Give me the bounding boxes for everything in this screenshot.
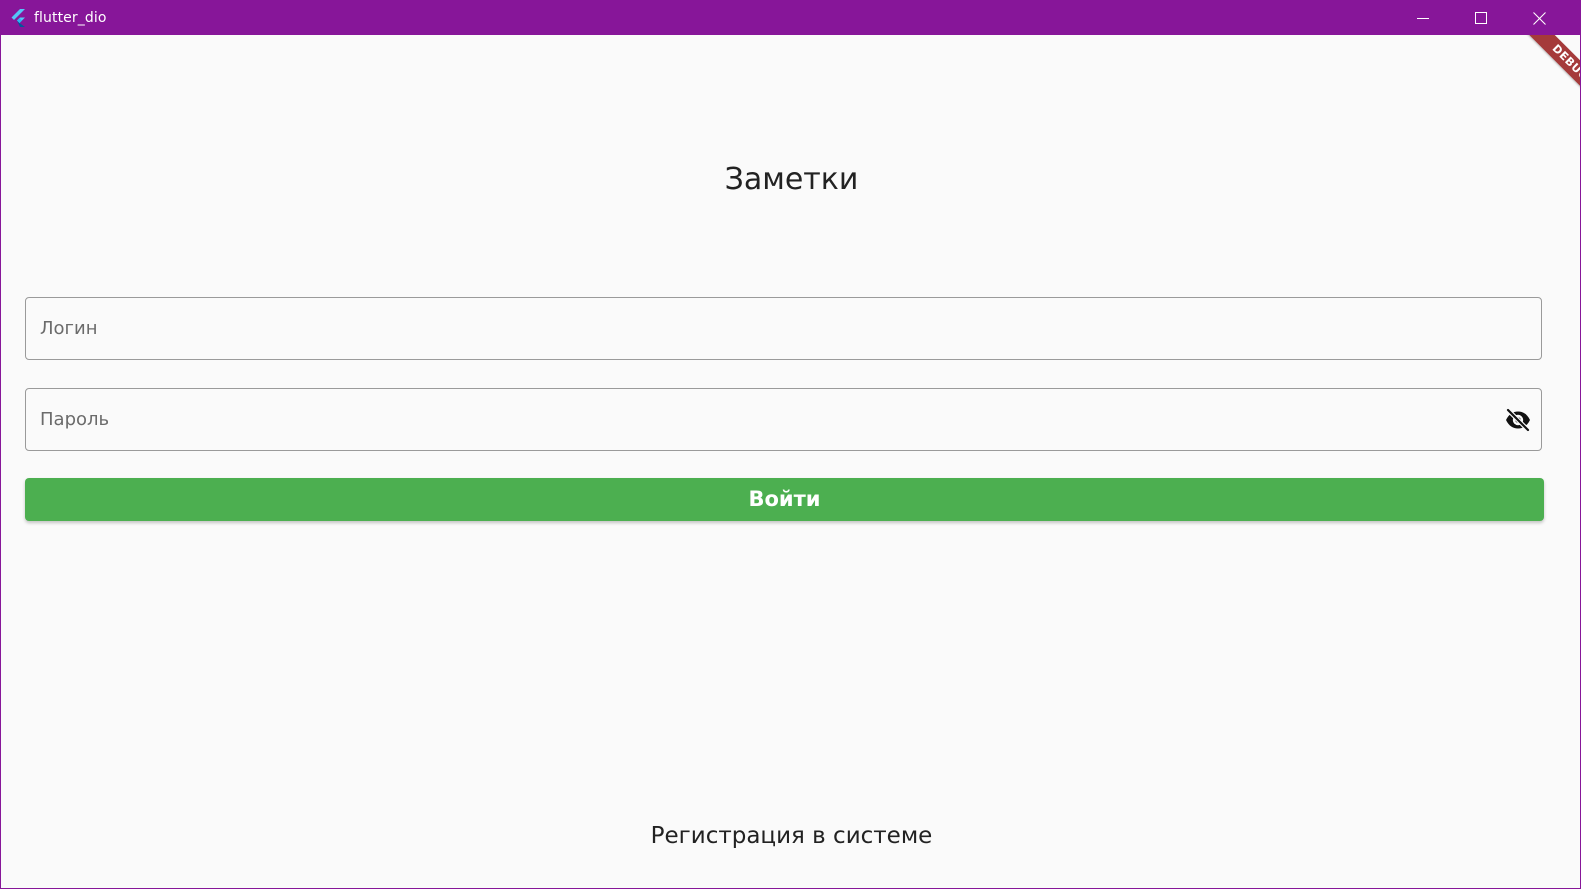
close-button[interactable] (1510, 1, 1568, 35)
maximize-button[interactable] (1452, 1, 1510, 35)
minimize-button[interactable] (1394, 1, 1452, 35)
flutter-logo-icon (9, 9, 27, 27)
minimize-icon (1417, 12, 1429, 24)
password-input[interactable] (40, 389, 1485, 450)
debug-banner-label: DEBUG (1521, 35, 1580, 112)
window-title: flutter_dio (34, 10, 107, 26)
register-link[interactable]: Регистрация в системе (1, 821, 1580, 851)
login-button[interactable]: Войти (25, 478, 1544, 521)
eye-off-icon[interactable] (1503, 405, 1533, 435)
window-titlebar[interactable]: flutter_dio (1, 1, 1580, 35)
login-field[interactable] (25, 297, 1542, 360)
debug-banner: DEBUG (1500, 35, 1580, 115)
login-input[interactable] (40, 298, 1485, 359)
password-field[interactable] (25, 388, 1542, 451)
maximize-icon (1475, 12, 1487, 24)
page-title: Заметки (724, 162, 859, 197)
close-icon (1532, 11, 1546, 25)
app-window: flutter_dio DEBUG Заметки Логин Войти Ре… (0, 0, 1581, 889)
